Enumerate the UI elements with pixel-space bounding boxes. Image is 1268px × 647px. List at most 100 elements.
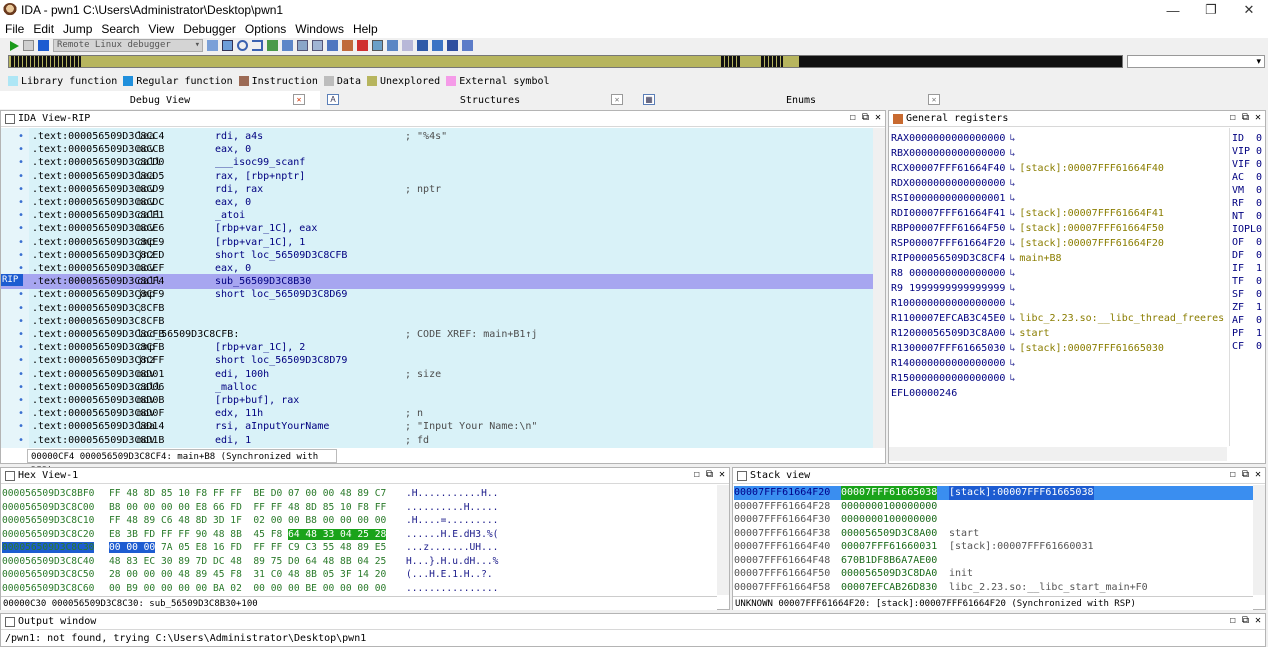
close-pane-icon[interactable]: ✕ xyxy=(875,112,881,123)
tracing-options-icon[interactable] xyxy=(372,40,383,51)
register-row[interactable]: RBP00007FFF61664F50 ↳ [stack]:00007FFF6166… xyxy=(891,221,1164,236)
minimize-button[interactable]: — xyxy=(1154,0,1192,20)
register-value[interactable]: 0000000000000000 xyxy=(909,178,1005,189)
menu-file[interactable]: File xyxy=(5,22,24,36)
hex-row[interactable]: 000056509D3C8C40 48 83 EC 30 89 7D DC 48 … xyxy=(2,555,498,569)
menu-debugger[interactable]: Debugger xyxy=(183,22,236,36)
register-row[interactable]: RDX0000000000000000 ↳ xyxy=(891,176,1019,191)
register-value[interactable]: 00000246 xyxy=(909,388,957,399)
hex-bytes[interactable]: B8 00 00 00 00 E8 66 FD FF FF 48 8D 85 1… xyxy=(109,501,386,515)
flag-row[interactable]: RF 0 xyxy=(1232,197,1262,210)
register-row[interactable]: RAX0000000000000000 ↳ xyxy=(891,131,1019,146)
restore-pane-icon[interactable]: ☐ xyxy=(850,112,856,123)
register-value[interactable]: 0000000000000000 xyxy=(909,358,1005,369)
tab-enums[interactable]: Enums ✕ xyxy=(656,91,946,109)
hex-row[interactable]: 000056509D3C8C50 28 00 00 00 48 89 45 F8 … xyxy=(2,568,493,582)
jump-arrow-icon[interactable]: ↳ xyxy=(1009,238,1015,249)
hex-vertical-scrollbar[interactable] xyxy=(717,485,729,595)
close-pane-icon[interactable]: ✕ xyxy=(1255,112,1261,123)
flag-row[interactable]: VIF 0 xyxy=(1232,158,1262,171)
register-row[interactable]: R12000056509D3C8A00 ↳ start xyxy=(891,326,1050,341)
hex-row[interactable]: 000056509D3C8C20 E8 3B FD FF FF 90 48 8B … xyxy=(2,528,498,542)
attach-icon[interactable] xyxy=(222,40,233,51)
register-value[interactable]: 0000000000000001 xyxy=(909,193,1005,204)
stack-value[interactable]: 0000000100000000 xyxy=(841,513,937,527)
stack-row[interactable]: 00007FFF61664F50 000056509D3C8DA0 init xyxy=(734,567,1253,581)
tab-debug-view[interactable]: Debug View ✕ xyxy=(0,91,320,109)
stack-row[interactable]: 00007FFF61664F40 00007FFF61660031 [stack]:… xyxy=(734,540,1253,554)
jump-arrow-icon[interactable]: ↳ xyxy=(1009,343,1015,354)
stack-row[interactable]: 00007FFF61664F28 0000000100000000 xyxy=(734,500,1253,514)
hex-bytes[interactable]: FF 48 89 C6 48 8D 3D 1F 02 00 00 B8 00 0… xyxy=(109,514,386,528)
close-pane-icon[interactable]: ✕ xyxy=(1255,615,1261,626)
stack-value[interactable]: 00007EFCAB26D830 xyxy=(841,581,937,595)
register-row[interactable]: EFL00000246 xyxy=(891,386,957,401)
jump-arrow-icon[interactable]: ↳ xyxy=(1009,373,1015,384)
stack-value[interactable]: 0000000100000000 xyxy=(841,500,937,514)
flag-row[interactable]: NT 0 xyxy=(1232,210,1262,223)
stack-value[interactable]: 000056509D3C8DA0 xyxy=(841,567,937,581)
run-to-cursor-icon[interactable] xyxy=(267,40,278,51)
modules-icon[interactable] xyxy=(342,40,353,51)
jump-arrow-icon[interactable]: ↳ xyxy=(1009,298,1015,309)
pause-icon[interactable] xyxy=(23,40,34,51)
flag-row[interactable]: OF 0 xyxy=(1232,236,1262,249)
menu-jump[interactable]: Jump xyxy=(63,22,92,36)
stack-value[interactable]: 670B1DF8B6A7AE00 xyxy=(841,554,937,568)
close-pane-icon[interactable]: ✕ xyxy=(719,469,725,480)
register-row[interactable]: R1300007FFF61665030 ↳ [stack]:00007FFF6166… xyxy=(891,341,1164,356)
register-list[interactable]: RAX0000000000000000 ↳ RBX0000000000000000 ↳… xyxy=(889,128,1227,446)
register-value[interactable]: 00007FFF61664F20 xyxy=(909,238,1005,249)
step-into-icon[interactable] xyxy=(237,40,248,51)
stack-value[interactable]: 00007FFF61660031 xyxy=(841,540,937,554)
patch-icon[interactable] xyxy=(447,40,458,51)
hex-bytes[interactable]: 00 00 00 7A 05 E8 16 FD FF FF C9 C3 55 4… xyxy=(109,541,386,555)
menu-search[interactable]: Search xyxy=(101,22,139,36)
debugger-select[interactable]: Remote Linux debugger xyxy=(53,39,203,52)
start-debug-icon[interactable] xyxy=(10,40,19,51)
segments-icon[interactable] xyxy=(417,40,428,51)
jump-arrow-icon[interactable]: ↳ xyxy=(1009,148,1015,159)
register-row[interactable]: R8 0000000000000000 ↳ xyxy=(891,266,1019,281)
stack-value[interactable]: 00007FFF61665038 xyxy=(841,486,938,500)
flag-row[interactable]: ZF 1 xyxy=(1232,301,1262,314)
memory-icon[interactable] xyxy=(312,40,323,51)
breakpoint-list-icon[interactable] xyxy=(282,40,293,51)
register-value[interactable]: 1999999999999999 xyxy=(909,283,1005,294)
menu-windows[interactable]: Windows xyxy=(295,22,344,36)
script-icon[interactable] xyxy=(462,40,473,51)
register-row[interactable]: R140000000000000000 ↳ xyxy=(891,356,1019,371)
stack-row[interactable]: 00007FFF61664F48 670B1DF8B6A7AE00 xyxy=(734,554,1253,568)
close-tab-icon[interactable]: ✕ xyxy=(293,94,305,105)
nav-band-dropdown[interactable] xyxy=(1127,55,1265,68)
stack-row[interactable]: 00007FFF61664F30 0000000100000000 xyxy=(734,513,1253,527)
hex-dump[interactable]: 000056509D3C8BF0 FF 48 8D 85 10 F8 FF FF … xyxy=(1,485,717,595)
xrefs-icon[interactable] xyxy=(402,40,413,51)
float-pane-icon[interactable]: ⧉ xyxy=(1242,469,1249,480)
hex-row[interactable]: 000056509D3C8C30 00 00 00 7A 05 E8 16 FD … xyxy=(2,541,498,555)
flag-row[interactable]: IF 1 xyxy=(1232,262,1262,275)
jump-arrow-icon[interactable]: ↳ xyxy=(1009,163,1015,174)
structs-icon[interactable] xyxy=(432,40,443,51)
register-row[interactable]: RSI0000000000000001 ↳ xyxy=(891,191,1019,206)
float-pane-icon[interactable]: ⧉ xyxy=(1242,112,1249,123)
register-value[interactable]: 00007FFF61665030 xyxy=(909,343,1005,354)
stack-listing[interactable]: 00007FFF61664F20 00007FFF61665038 [stack]:… xyxy=(733,485,1253,595)
trace-icon[interactable] xyxy=(357,40,368,51)
hex-row[interactable]: 000056509D3C8C00 B8 00 00 00 00 E8 66 FD … xyxy=(2,501,498,515)
flags-list[interactable]: ID 0 VIP 0 VIF 0 AC 0 VM 0 RF 0 NT 0 IOPL0 OF 0 DF 0 IF 1 TF 0… xyxy=(1229,128,1265,446)
menu-view[interactable]: View xyxy=(148,22,174,36)
register-value[interactable]: 0000000000000000 xyxy=(909,133,1005,144)
register-value[interactable]: 0000000000000000 xyxy=(909,148,1005,159)
menu-options[interactable]: Options xyxy=(245,22,286,36)
flag-row[interactable]: CF 0 xyxy=(1232,340,1262,353)
close-button[interactable]: ✕ xyxy=(1230,0,1268,20)
close-tab-icon[interactable]: ✕ xyxy=(611,94,623,105)
register-value[interactable]: 0000000000000000 xyxy=(909,373,1005,384)
stack-row[interactable]: 00007FFF61664F38 000056509D3C8A00 start xyxy=(734,527,1253,541)
flag-row[interactable]: AC 0 xyxy=(1232,171,1262,184)
stop-icon[interactable] xyxy=(38,40,49,51)
register-value[interactable]: 000056509D3C8A00 xyxy=(909,328,1005,339)
close-pane-icon[interactable]: ✕ xyxy=(1255,469,1261,480)
register-value[interactable]: 00007FFF61664F50 xyxy=(909,223,1005,234)
